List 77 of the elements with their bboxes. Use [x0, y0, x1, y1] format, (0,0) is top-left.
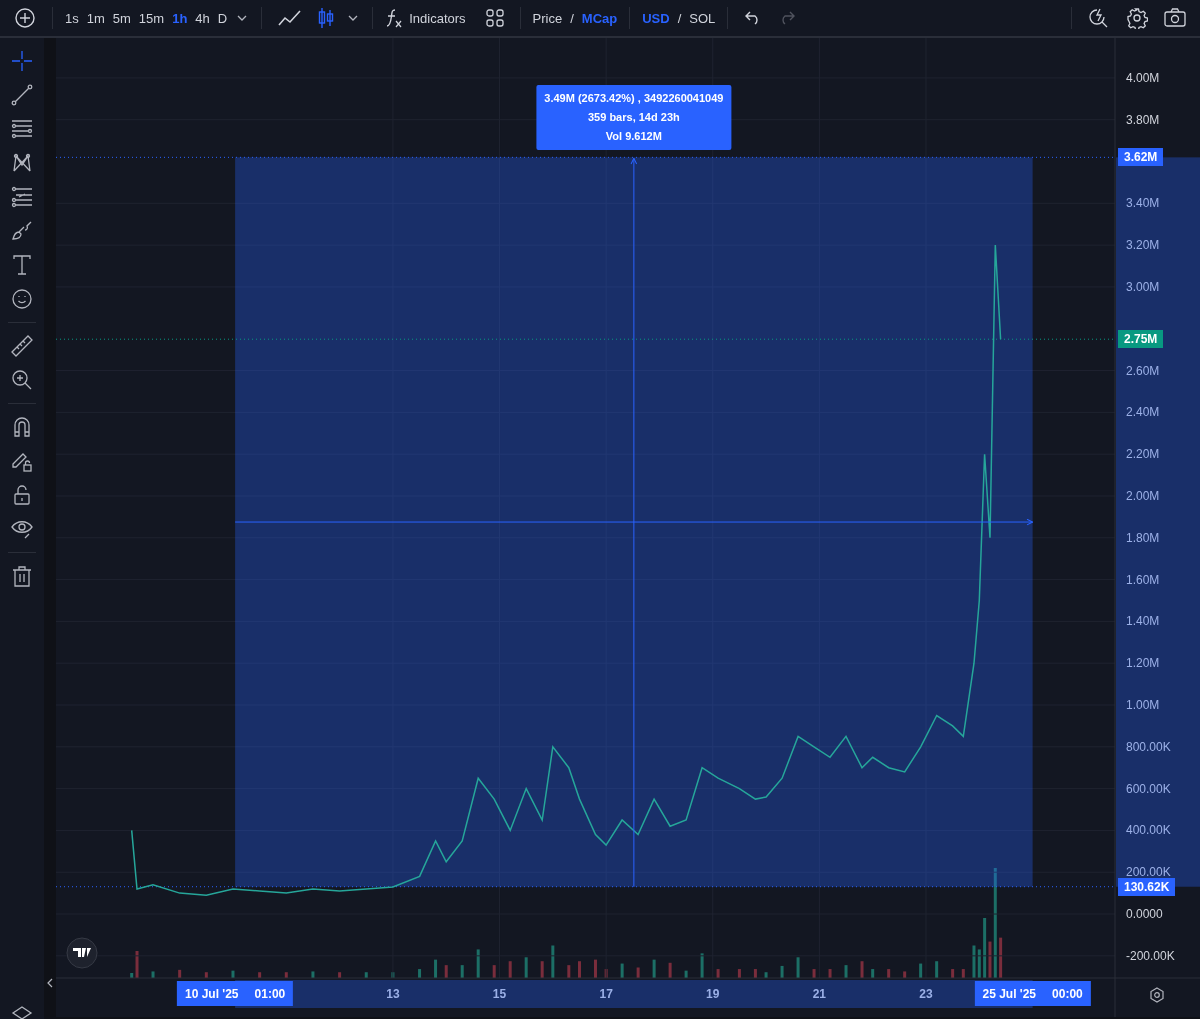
- time-axis-label: 15: [492, 987, 507, 1001]
- price-axis-label: 2.20M: [1126, 447, 1160, 462]
- candlestick-icon[interactable]: [318, 7, 335, 29]
- time-text: 00:00: [1052, 986, 1083, 1001]
- tooltip-text: 3.49M (2673.42%) , 3492260041049: [544, 91, 724, 107]
- trash-icon[interactable]: [11, 565, 33, 587]
- price-axis-label: 1.60M: [1126, 572, 1160, 587]
- quick-search-icon[interactable]: [1088, 7, 1110, 29]
- interval-button[interactable]: 1h: [172, 10, 188, 26]
- settings-icon[interactable]: [1149, 987, 1165, 1003]
- caret-icon[interactable]: [237, 15, 248, 21]
- currency-button[interactable]: SOL: [689, 10, 716, 26]
- price-axis-label: 1.20M: [1126, 656, 1160, 671]
- price-axis-label: -200.00K: [1126, 948, 1175, 963]
- interval-button[interactable]: 15m: [138, 10, 165, 26]
- interval-button[interactable]: 4h: [195, 10, 210, 26]
- text-tool-icon[interactable]: [11, 254, 33, 276]
- lock-icon[interactable]: [11, 484, 33, 506]
- settings-icon[interactable]: [1126, 7, 1148, 29]
- price-axis-label: 800.00K: [1126, 739, 1171, 754]
- price-label: 2.75M: [1118, 330, 1164, 349]
- price-axis-label: 2.60M: [1126, 363, 1160, 378]
- price-axis-label: 200.00K: [1126, 865, 1171, 880]
- line-chart-icon[interactable]: [278, 8, 303, 28]
- price-axis-label: 1.00M: [1126, 698, 1160, 712]
- function-icon: [385, 8, 404, 28]
- layers-icon[interactable]: [11, 1005, 33, 1019]
- horizontal-lines-icon[interactable]: [11, 118, 33, 140]
- add-symbol-icon[interactable]: [14, 7, 36, 29]
- interval-button[interactable]: D: [217, 10, 228, 26]
- date-text: 25 Jul '25: [982, 986, 1037, 1001]
- price-axis-label: 2.00M: [1126, 489, 1160, 503]
- price-axis-label: 4.00M: [1126, 70, 1160, 85]
- price-axis-label: 1.40M: [1126, 614, 1160, 629]
- separator-text: /: [677, 10, 682, 26]
- price-mode-button[interactable]: Price: [532, 10, 563, 26]
- time-axis-label: 23: [919, 987, 933, 1001]
- mcap-mode-button[interactable]: MCap: [581, 10, 618, 26]
- price-axis-label: 400.00K: [1126, 823, 1171, 838]
- interval-button[interactable]: 5m: [112, 10, 131, 26]
- price-axis-label: 600.00K: [1126, 781, 1171, 796]
- time-text: 01:00: [254, 986, 286, 1001]
- collapse-handle-icon[interactable]: [47, 978, 53, 988]
- price-axis-label: 3.00M: [1126, 279, 1160, 294]
- price-axis-label: 3.80M: [1126, 112, 1160, 127]
- magnet-icon[interactable]: [11, 416, 33, 438]
- price-axis-label: 2.40M: [1126, 405, 1160, 420]
- price-axis-label: 1.80M: [1126, 530, 1160, 545]
- currency-button[interactable]: USD: [642, 10, 670, 26]
- zoom-in-icon[interactable]: [11, 369, 33, 391]
- fib-levels-icon[interactable]: [11, 186, 33, 208]
- time-axis-label: 17: [599, 987, 613, 1001]
- price-label: 130.62K: [1118, 877, 1176, 896]
- pattern-icon[interactable]: [11, 152, 33, 174]
- price-label: 3.62M: [1118, 148, 1164, 167]
- eye-icon[interactable]: [11, 518, 33, 540]
- price-axis-label: 3.40M: [1126, 196, 1160, 211]
- price-axis-label: 0.0000: [1126, 907, 1163, 922]
- time-axis-label: 13: [386, 987, 400, 1001]
- interval-button[interactable]: 1s: [65, 10, 79, 26]
- tooltip-text: 359 bars, 14d 23h: [587, 110, 681, 126]
- caret-icon[interactable]: [348, 15, 359, 21]
- layout-grid-icon[interactable]: [485, 9, 504, 27]
- tooltip-text: Vol 9.612M: [604, 129, 663, 145]
- date-text: 10 Jul '25: [185, 986, 239, 1001]
- smiley-icon[interactable]: [11, 288, 33, 310]
- brush-icon[interactable]: [11, 220, 33, 242]
- indicators-button[interactable]: Indicators: [385, 8, 466, 28]
- time-axis-label: 19: [706, 987, 720, 1001]
- ruler-icon[interactable]: [11, 335, 33, 357]
- trend-line-icon[interactable]: [11, 84, 33, 106]
- separator-text: /: [570, 10, 574, 26]
- time-axis-label: 21: [812, 987, 827, 1001]
- camera-icon[interactable]: [1164, 8, 1186, 28]
- crosshair-icon[interactable]: [11, 50, 33, 72]
- price-axis-label: 3.20M: [1126, 238, 1160, 253]
- interval-button[interactable]: 1m: [86, 10, 105, 26]
